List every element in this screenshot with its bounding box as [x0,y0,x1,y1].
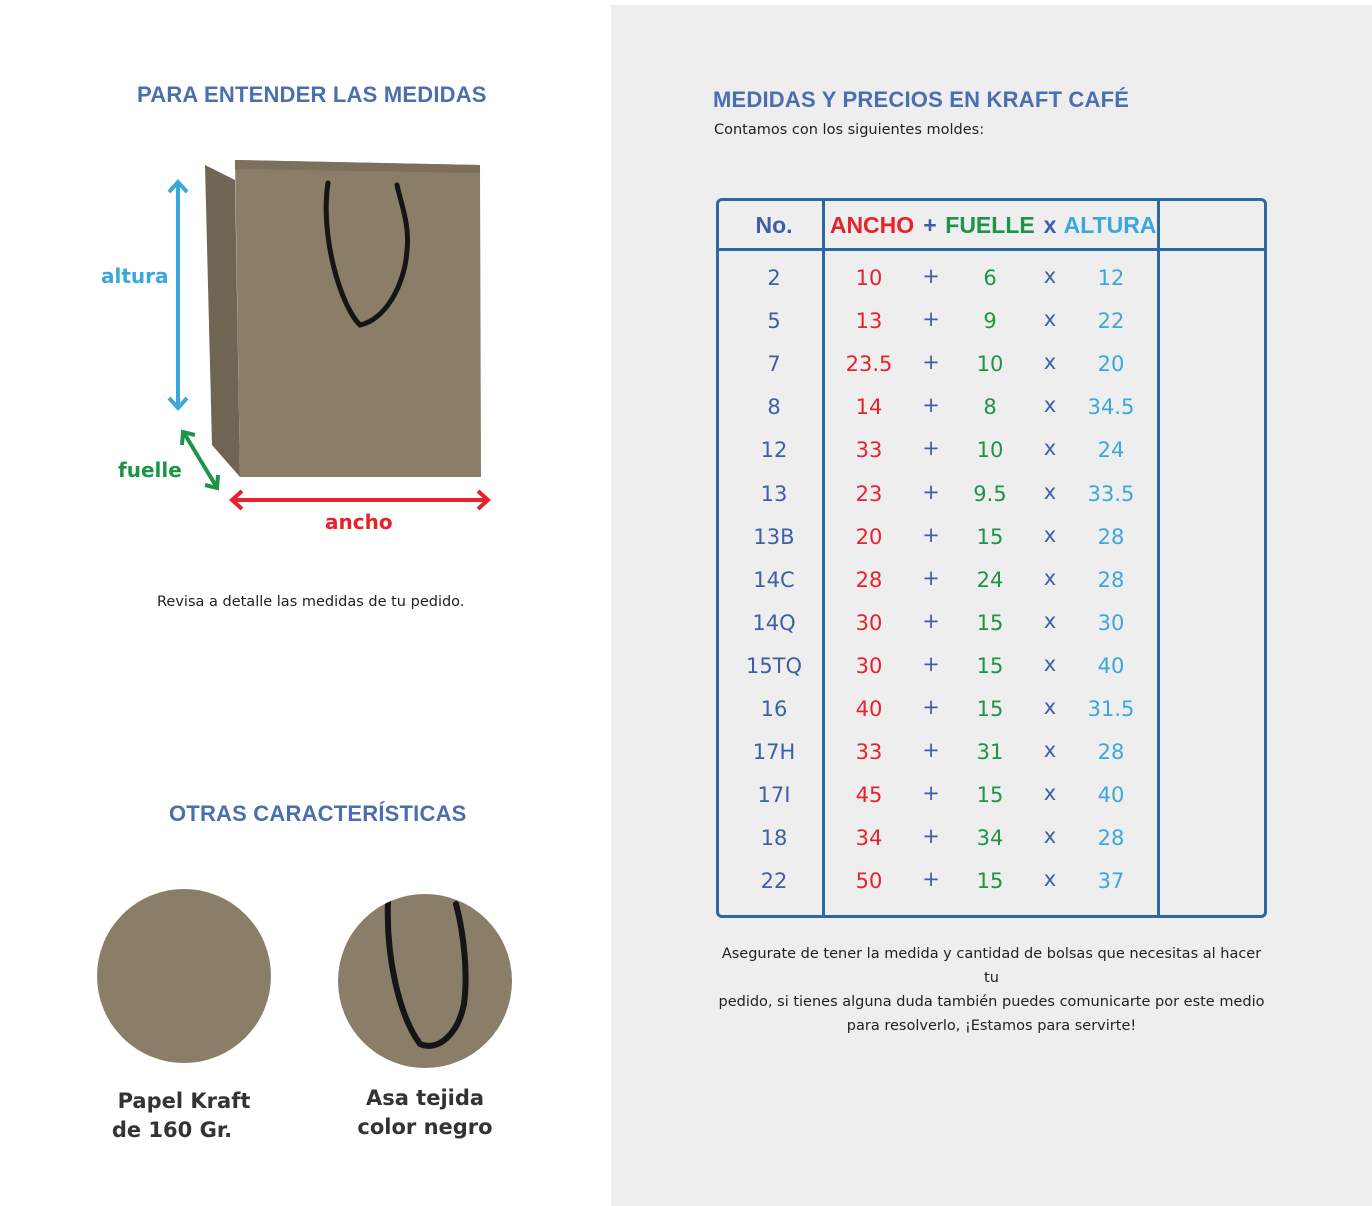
cell-fuelle: 10 [976,438,1004,462]
cell-ancho: 30 [855,611,883,635]
cell-fuelle: 15 [976,869,1004,893]
table-title: MEDIDAS Y PRECIOS EN KRAFT CAFÉ [713,87,1130,112]
cell-ancho: 33 [855,438,883,462]
cell-no: 16 [760,697,788,721]
cell-altura: 30 [1097,611,1125,635]
cell-no: 2 [767,266,781,290]
cell-altura: 28 [1097,826,1125,850]
cell-altura: 24 [1097,438,1125,462]
table-subtitle: Contamos con los siguientes moldes: [714,122,985,138]
cell-altura: 22 [1097,309,1125,333]
cell-fuelle: 10 [976,352,1004,376]
cell-fuelle: 15 [976,611,1004,635]
cell-ancho: 23 [855,482,883,506]
cell-altura: 33.5 [1087,482,1135,506]
feature-handle-line1: Asa tejida [365,1086,485,1110]
cell-no: 17H [752,740,796,764]
cell-altura: 12 [1097,266,1125,290]
cell-altura: 28 [1097,568,1125,592]
cell-no: 7 [767,352,781,376]
cell-fuelle: 31 [976,740,1004,764]
cell-no: 14Q [752,611,796,635]
note-line-3: para resolverlo, ¡Estamos para servirte! [846,1018,1137,1034]
ancho-label: ancho [325,510,393,534]
cell-no: 8 [767,395,781,419]
kraft-paper-swatch [97,889,271,1063]
feature-kraft-paper: Papel Kraft de 160 Gr. [84,1087,284,1145]
cell-fuelle: 15 [976,697,1004,721]
feature-kraft-line1: Papel Kraft [117,1089,251,1113]
cell-altura: 34.5 [1087,395,1135,419]
table-divider-left [822,198,825,918]
cell-no: 13 [760,482,788,506]
cell-fuelle: 24 [976,568,1004,592]
cell-no: 13B [753,525,795,549]
cell-altura: 40 [1097,783,1125,807]
header-ancho: ANCHO [829,212,915,238]
cell-fuelle: 8 [983,395,997,419]
feature-handle: Asa tejida color negro [325,1084,525,1142]
features-title: OTRAS CARACTERÍSTICAS [169,801,467,826]
altura-label: altura [101,264,169,288]
cell-ancho: 34 [855,826,883,850]
cell-fuelle: 9.5 [973,482,1007,506]
cell-fuelle: 15 [976,654,1004,678]
cell-no: 22 [760,869,788,893]
cell-altura: 31.5 [1087,697,1135,721]
table-header-divider [716,248,1267,251]
fuelle-label: fuelle [118,458,182,482]
cell-altura: 40 [1097,654,1125,678]
cell-ancho: 30 [855,654,883,678]
header-fuelle: FUELLE [945,212,1035,238]
order-note: Asegurate de tener la medida y cantidad … [716,942,1267,1038]
fuelle-arrow [180,429,220,491]
altura-arrow [167,179,189,411]
note-line-2: pedido, si tienes alguna duda también pu… [718,994,1265,1010]
cell-ancho: 33 [855,740,883,764]
cell-ancho: 45 [855,783,883,807]
table-divider-right [1157,198,1160,918]
cell-ancho: 20 [855,525,883,549]
cell-fuelle: 9 [983,309,997,333]
cell-fuelle: 15 [976,525,1004,549]
cell-fuelle: 15 [976,783,1004,807]
ancho-arrow [229,489,491,511]
cell-altura: 20 [1097,352,1125,376]
cell-ancho: 50 [855,869,883,893]
header-altura: ALTURA [1063,212,1157,238]
measures-title: PARA ENTENDER LAS MEDIDAS [137,82,487,107]
cell-fuelle: 6 [983,266,997,290]
measures-caption: Revisa a detalle las medidas de tu pedid… [157,594,465,610]
cell-ancho: 28 [855,568,883,592]
cell-ancho: 40 [855,697,883,721]
sizes-table [716,198,1267,918]
cell-no: 15TQ [745,654,803,678]
feature-handle-line2: color negro [357,1115,493,1139]
note-line-1: Asegurate de tener la medida y cantidad … [721,946,1262,986]
rope-handle-icon [384,899,469,1049]
cell-ancho: 10 [855,266,883,290]
cell-no: 12 [760,438,788,462]
header-no: No. [755,212,793,238]
cell-altura: 28 [1097,525,1125,549]
cell-ancho: 23.5 [845,352,893,376]
cell-no: 14C [753,568,795,592]
cell-altura: 37 [1097,869,1125,893]
cell-no: 5 [767,309,781,333]
cell-no: 18 [760,826,788,850]
cell-ancho: 13 [855,309,883,333]
handle-swatch [338,894,512,1068]
cell-ancho: 14 [855,395,883,419]
cell-no: 17I [757,783,791,807]
cell-fuelle: 34 [976,826,1004,850]
bag-illustration [205,160,481,477]
cell-altura: 28 [1097,740,1125,764]
feature-kraft-line2: de 160 Gr. [111,1118,233,1142]
